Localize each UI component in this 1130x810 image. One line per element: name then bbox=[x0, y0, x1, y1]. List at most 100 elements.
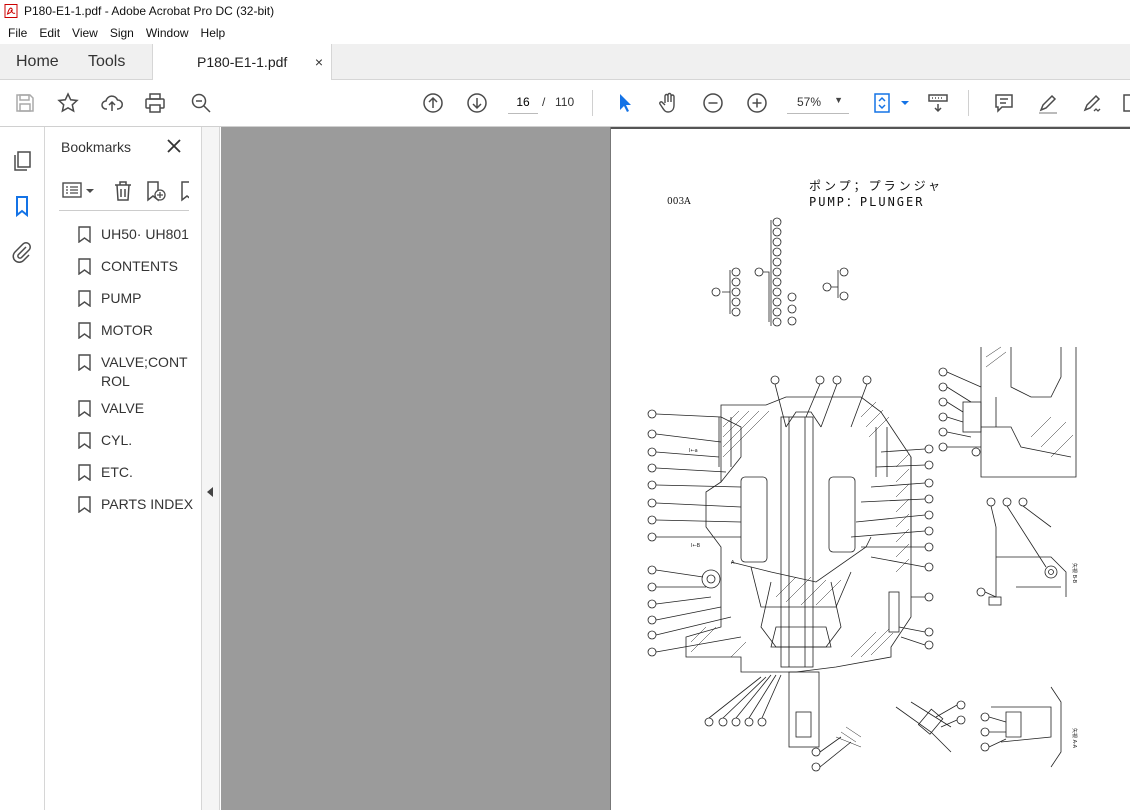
zoom-in-icon[interactable] bbox=[745, 91, 769, 115]
left-rail bbox=[0, 127, 45, 810]
callout-right-side bbox=[850, 444, 934, 650]
bookmark-label: UH50· UH801 bbox=[101, 226, 189, 242]
bookmark-label: CYL. bbox=[101, 432, 133, 448]
close-tab-icon[interactable]: × bbox=[315, 44, 323, 80]
document-tab-label: P180-E1-1.pdf bbox=[197, 54, 288, 70]
page-separator: / bbox=[542, 95, 546, 109]
menu-window[interactable]: Window bbox=[140, 26, 195, 40]
bookmark-label: PARTS INDEX bbox=[101, 496, 194, 512]
highlight-pen-icon[interactable] bbox=[1036, 91, 1060, 115]
bookmark-icon bbox=[78, 290, 91, 307]
svg-text:A: A bbox=[731, 560, 735, 566]
sign-pen-icon[interactable] bbox=[1080, 91, 1104, 115]
comment-icon[interactable] bbox=[992, 91, 1016, 115]
tab-tools[interactable]: Tools bbox=[88, 44, 125, 80]
cloud-upload-icon[interactable] bbox=[100, 91, 124, 115]
bookmarks-title: Bookmarks bbox=[61, 139, 132, 155]
svg-text:I←B: I←B bbox=[691, 543, 701, 549]
title-bar: P180-E1-1.pdf - Adobe Acrobat Pro DC (32… bbox=[0, 0, 1130, 22]
scroll-mode-icon[interactable] bbox=[926, 91, 950, 115]
bookmark-item[interactable]: VALVE;CONTROL bbox=[45, 351, 202, 397]
tab-document[interactable]: P180-E1-1.pdf × bbox=[152, 44, 332, 81]
document-viewer[interactable]: ポンプ；プランジャ PUMP：PLUNGER 003A I←a I←B 矢視 B… bbox=[221, 127, 1130, 810]
fit-page-icon[interactable] bbox=[870, 91, 894, 115]
svg-text:矢視 B-B: 矢視 B-B bbox=[1071, 563, 1078, 584]
collapse-arrow-icon bbox=[207, 487, 213, 497]
menu-edit[interactable]: Edit bbox=[33, 26, 66, 40]
menu-file[interactable]: File bbox=[2, 26, 33, 40]
toolbar-divider bbox=[592, 90, 593, 116]
delete-bookmark-icon[interactable] bbox=[111, 179, 135, 206]
menu-bar: File Edit View Sign Window Help bbox=[0, 22, 1130, 44]
hand-tool-icon[interactable] bbox=[657, 91, 681, 115]
bookmark-item[interactable]: VALVE bbox=[45, 397, 202, 429]
attachments-icon[interactable] bbox=[10, 240, 34, 264]
menu-sign[interactable]: Sign bbox=[104, 26, 140, 40]
panel-collapse-handle[interactable] bbox=[202, 127, 220, 810]
print-icon[interactable] bbox=[143, 91, 167, 115]
bookmark-item[interactable]: CYL. bbox=[45, 429, 202, 461]
bookmark-label: CONTENTS bbox=[101, 258, 178, 274]
svg-text:矢視 A-A: 矢視 A-A bbox=[1071, 728, 1078, 749]
pump-cross-section bbox=[685, 396, 912, 748]
bookmark-item[interactable]: CONTENTS bbox=[45, 255, 202, 287]
bookmark-icon bbox=[78, 464, 91, 481]
next-page-icon[interactable] bbox=[465, 91, 489, 115]
detail-view-top-right bbox=[938, 346, 1077, 478]
detail-view-bottom-right bbox=[895, 686, 1062, 768]
tab-home[interactable]: Home bbox=[16, 44, 59, 80]
more-tools-icon[interactable] bbox=[1122, 91, 1130, 115]
fit-page-dropdown-icon[interactable] bbox=[893, 91, 909, 115]
pump-exploded-drawing: I←a I←B 矢視 B-B 矢視 A-A A bbox=[647, 217, 1078, 772]
bookmark-options-icon[interactable] bbox=[61, 179, 97, 206]
page-number-input[interactable] bbox=[508, 90, 538, 114]
more-bookmark-options-icon[interactable] bbox=[177, 179, 189, 206]
menu-view[interactable]: View bbox=[66, 26, 104, 40]
bookmark-item[interactable]: ETC. bbox=[45, 461, 202, 493]
svg-text:I←a: I←a bbox=[689, 448, 698, 454]
bookmarks-panel: Bookmarks UH50· UH801 CONTENTS PUMP MOTO… bbox=[45, 127, 202, 810]
zoom-dropdown[interactable]: 57% ▼ bbox=[787, 90, 849, 114]
star-icon[interactable] bbox=[56, 91, 80, 115]
page-thumbnails-icon[interactable] bbox=[10, 149, 34, 173]
bookmarks-toolbar bbox=[59, 175, 189, 211]
acrobat-pdf-icon bbox=[4, 4, 18, 18]
bookmark-icon bbox=[78, 432, 91, 449]
bookmarks-icon[interactable] bbox=[10, 194, 34, 218]
callout-left-side bbox=[647, 409, 742, 657]
bookmark-list: UH50· UH801 CONTENTS PUMP MOTOR VALVE;CO… bbox=[45, 223, 202, 525]
tab-bar: Home Tools P180-E1-1.pdf × bbox=[0, 44, 1130, 81]
bookmark-icon bbox=[78, 400, 91, 417]
previous-page-icon[interactable] bbox=[421, 91, 445, 115]
bookmark-label: PUMP bbox=[101, 290, 142, 306]
zoom-out-icon[interactable] bbox=[701, 91, 725, 115]
bookmark-icon bbox=[78, 496, 91, 513]
bookmark-icon bbox=[78, 322, 91, 339]
toolbar-divider bbox=[968, 90, 969, 116]
zoom-search-icon[interactable] bbox=[189, 91, 213, 115]
menu-help[interactable]: Help bbox=[195, 26, 232, 40]
bookmark-label: ETC. bbox=[101, 464, 133, 480]
callout-top-pump bbox=[770, 375, 872, 428]
bookmark-item[interactable]: MOTOR bbox=[45, 319, 202, 351]
zoom-value: 57% bbox=[797, 95, 822, 109]
bookmark-item[interactable]: UH50· UH801 bbox=[45, 223, 202, 255]
pdf-page: ポンプ；プランジャ PUMP：PLUNGER 003A I←a I←B 矢視 B… bbox=[610, 127, 1130, 810]
window-title: P180-E1-1.pdf - Adobe Acrobat Pro DC (32… bbox=[24, 4, 275, 18]
callout-legend-groups bbox=[711, 217, 849, 327]
page-total: 110 bbox=[555, 95, 575, 109]
bookmark-icon bbox=[78, 258, 91, 275]
callout-bottom bbox=[704, 674, 862, 772]
bookmark-label: MOTOR bbox=[101, 322, 153, 338]
chevron-down-icon: ▼ bbox=[834, 95, 843, 105]
save-icon[interactable] bbox=[13, 91, 37, 115]
select-cursor-icon[interactable] bbox=[613, 91, 637, 115]
bookmark-label: VALVE bbox=[101, 400, 145, 416]
bookmark-item[interactable]: PUMP bbox=[45, 287, 202, 319]
close-icon[interactable] bbox=[163, 135, 185, 157]
bookmark-icon bbox=[78, 354, 91, 371]
bookmark-item[interactable]: PARTS INDEX bbox=[45, 493, 202, 525]
bookmark-icon bbox=[78, 226, 91, 243]
bookmark-label: VALVE;CONTROL bbox=[101, 354, 188, 389]
new-bookmark-icon[interactable] bbox=[143, 179, 167, 206]
